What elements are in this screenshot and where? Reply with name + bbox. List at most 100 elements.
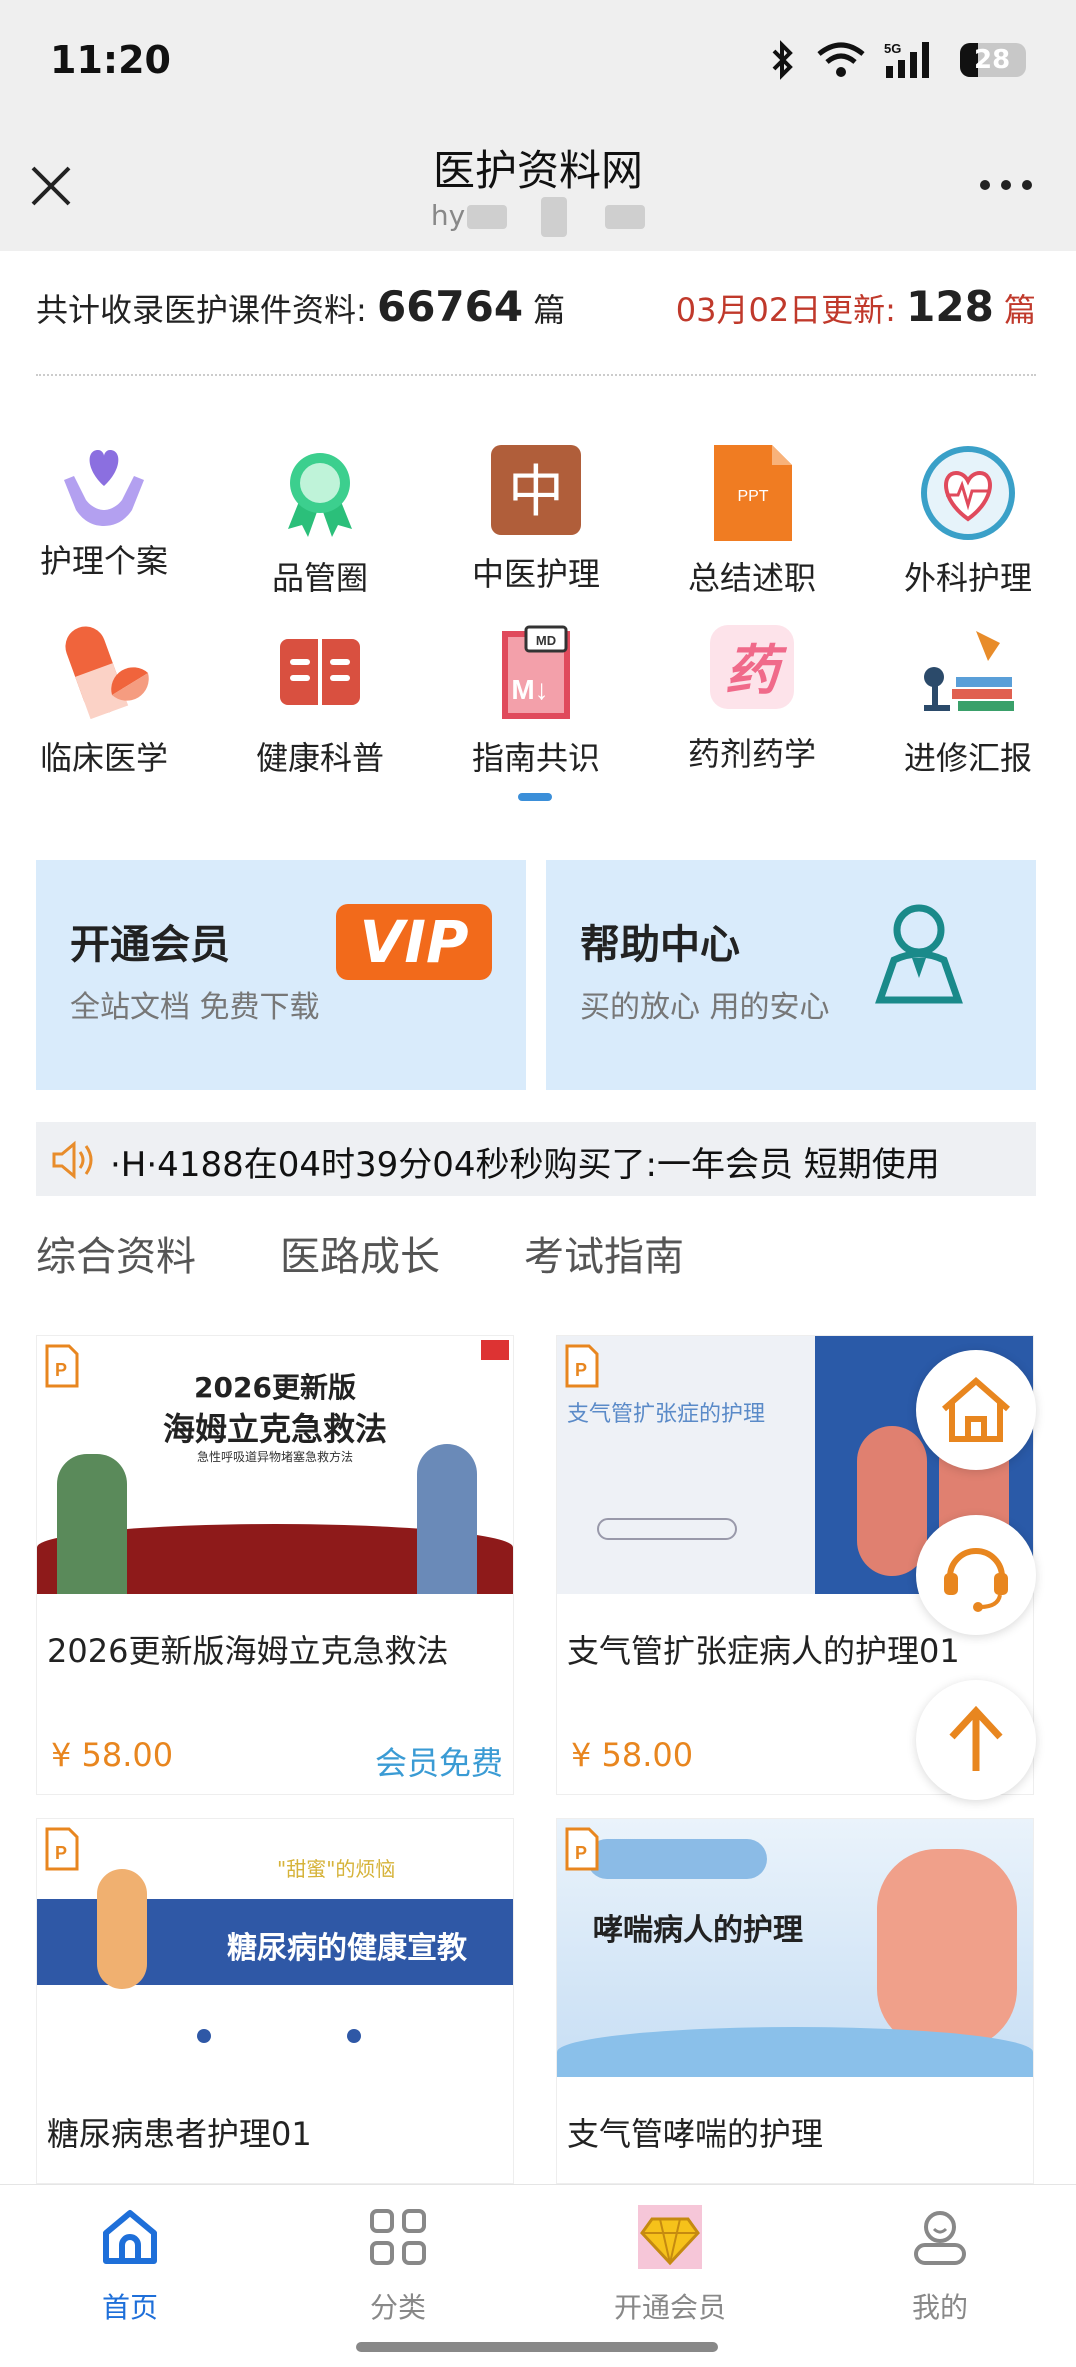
doc-title: 支气管哮喘的护理 <box>567 2115 824 2153</box>
notice-text: ·H·4188在04时39分04秒秒购买了:一年会员 短期使用 <box>110 1145 940 1185</box>
page-indicator <box>518 793 552 801</box>
float-service-button[interactable] <box>916 1515 1036 1635</box>
vip-card[interactable]: 开通会员 全站文档 免费下载 VIP <box>36 860 526 1090</box>
thumb-banner <box>587 1839 767 1879</box>
home-icon <box>103 2210 157 2264</box>
content-tabs: 综合资料 医路成长 考试指南 <box>36 1224 684 1282</box>
doc-price: ¥ 58.00 <box>51 1736 174 1774</box>
category-label: 总结述职 <box>687 559 816 597</box>
thumb-person <box>57 1454 127 1594</box>
battery-icon: 28 <box>960 43 1026 77</box>
svg-text:P: P <box>55 1360 67 1380</box>
home-indicator <box>356 2342 718 2352</box>
help-subtitle: 买的放心 用的安心 <box>580 990 830 1025</box>
home-icon <box>942 1377 1010 1442</box>
svg-text:PPT: PPT <box>737 488 768 505</box>
more-menu-icon[interactable] <box>980 180 1032 190</box>
status-bar: 11:20 5G 28 <box>0 0 1076 125</box>
bluetooth-icon <box>772 40 793 80</box>
vip-badge: VIP <box>336 904 492 980</box>
tab-kaoshi[interactable]: 考试指南 <box>524 1224 684 1282</box>
category-label: 临床医学 <box>39 739 168 777</box>
category-label: 指南共识 <box>471 739 600 777</box>
category-label: 健康科普 <box>255 739 384 777</box>
category-label: 药剂药学 <box>687 735 816 773</box>
user-icon <box>914 2211 966 2265</box>
category-jiankang[interactable]: 健康科普 <box>220 625 420 779</box>
svg-text:P: P <box>575 1843 587 1863</box>
bottom-nav: 首页 分类 开通会员 我的 <box>0 2184 1076 2367</box>
help-title: 帮助中心 <box>580 922 740 968</box>
doc-title: 支气管扩张症病人的护理01 <box>567 1632 960 1670</box>
thumb-title: 哮喘病人的护理 <box>593 1913 803 1948</box>
heart-hands-icon <box>64 450 144 526</box>
network-label: 5G <box>884 41 901 56</box>
stats-line: 共计收录医护课件资料: 66764 篇 03月02日更新: 128 篇 <box>36 282 1036 342</box>
thumb-dot <box>197 2029 211 2043</box>
nav-mine[interactable]: 我的 <box>840 2205 1040 2326</box>
thumb-field <box>597 1518 737 1540</box>
battery-level: 28 <box>974 45 1011 75</box>
status-icons: 5G 28 <box>768 40 1026 80</box>
nav-label: 开通会员 <box>613 2291 726 2324</box>
doc-price: ¥ 58.00 <box>571 1736 694 1774</box>
doc-thumbnail: 哮喘病人的护理 <box>557 1819 1033 2077</box>
category-zhinan[interactable]: MD M↓ 指南共识 <box>436 625 636 779</box>
doc-card[interactable]: 哮喘病人的护理 P 支气管哮喘的护理 <box>556 1818 1034 2184</box>
ppt-icon: PPT <box>714 445 792 541</box>
thumb-organ <box>97 1869 147 1989</box>
category-label: 进修汇报 <box>903 739 1032 777</box>
category-hulgean[interactable]: 护理个案 <box>4 440 204 582</box>
nav-category[interactable]: 分类 <box>298 2205 498 2326</box>
pill-icon <box>65 626 149 720</box>
ppt-badge-icon: P <box>45 1344 79 1388</box>
vip-subtitle: 全站文档 免费下载 <box>70 990 320 1025</box>
category-pinguanquan[interactable]: 品管圈 <box>220 445 420 599</box>
ppt-badge-icon: P <box>565 1344 599 1388</box>
ppt-badge-icon: P <box>565 1827 599 1871</box>
stats-total: 66764 <box>376 282 524 331</box>
title-bar: 医护资料网 hy <box>0 125 1076 251</box>
agent-icon <box>875 904 963 1004</box>
category-zhongyi[interactable]: 中 中医护理 <box>436 445 636 595</box>
divider <box>36 374 1036 376</box>
category-linchuang[interactable]: 临床医学 <box>4 625 204 779</box>
float-home-button[interactable] <box>916 1350 1036 1470</box>
nav-vip[interactable]: 开通会员 <box>570 2205 770 2326</box>
svg-text:M↓: M↓ <box>511 674 548 705</box>
category-waike[interactable]: 外科护理 <box>868 445 1068 599</box>
doc-thumbnail: 2026更新版 海姆立克急救法 急性呼吸道异物堵塞急救方法 <box>37 1336 513 1594</box>
help-center-card[interactable]: 帮助中心 买的放心 用的安心 <box>546 860 1036 1090</box>
doc-card[interactable]: 2026更新版 海姆立克急救法 急性呼吸道异物堵塞急救方法 P 2026更新版海… <box>36 1335 514 1795</box>
thumb-title: 支气管扩张症的护理 <box>567 1402 766 1427</box>
category-label: 护理个案 <box>39 542 168 580</box>
stats-unit: 篇 <box>533 291 566 329</box>
tab-zonghe[interactable]: 综合资料 <box>36 1224 196 1282</box>
member-free-label: 会员免费 <box>374 1744 503 1782</box>
study-lamp-icon <box>924 631 1014 711</box>
heart-pulse-icon <box>921 446 1015 540</box>
wifi-icon <box>817 42 865 77</box>
yao-icon: 药 <box>710 625 794 709</box>
doc-title: 2026更新版海姆立克急救法 <box>47 1632 449 1670</box>
svg-text:MD: MD <box>536 633 556 648</box>
category-yaoji[interactable]: 药 药剂药学 <box>652 625 852 775</box>
nav-home[interactable]: 首页 <box>30 2205 230 2326</box>
category-jinxiu[interactable]: 进修汇报 <box>868 625 1068 779</box>
url-prefix: hy <box>430 199 466 232</box>
category-zongjie[interactable]: PPT 总结述职 <box>652 445 852 599</box>
svg-text:P: P <box>575 1360 587 1380</box>
page-url: hy <box>0 197 1076 237</box>
vip-title: 开通会员 <box>70 922 230 968</box>
ppt-badge-icon: P <box>45 1827 79 1871</box>
nav-label: 首页 <box>101 2291 158 2324</box>
doc-card[interactable]: "甜蜜"的烦恼 糖尿病的健康宣教 P 糖尿病患者护理01 <box>36 1818 514 2184</box>
update-unit: 篇 <box>1003 291 1036 329</box>
page-title: 医护资料网 <box>432 146 643 195</box>
float-top-button[interactable] <box>916 1680 1036 1800</box>
tab-yilu[interactable]: 医路成长 <box>280 1224 440 1282</box>
nav-label: 分类 <box>369 2291 426 2324</box>
diamond-icon <box>638 2205 702 2269</box>
url-redacted <box>467 205 508 229</box>
purchase-notice: ·H·4188在04时39分04秒秒购买了:一年会员 短期使用 <box>36 1122 1036 1196</box>
